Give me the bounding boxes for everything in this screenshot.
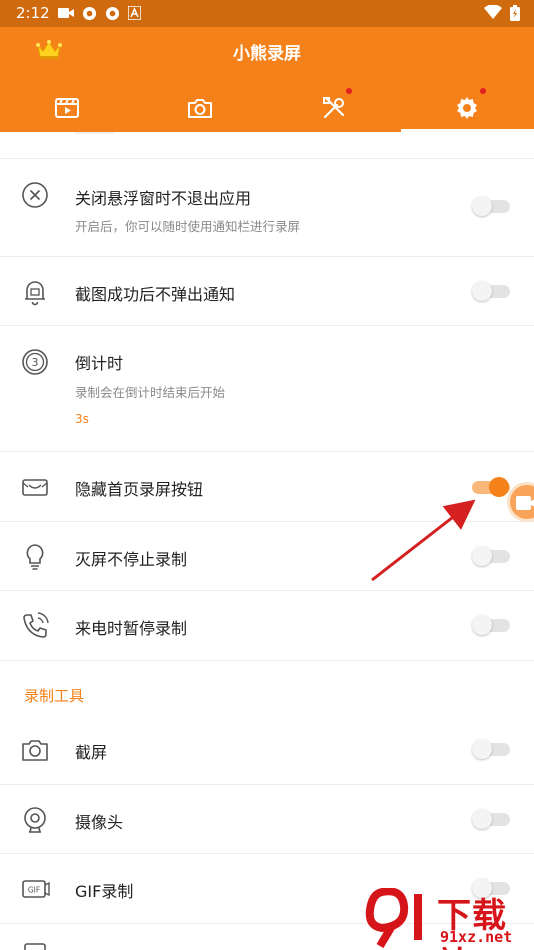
app-header: 小熊录屏	[0, 27, 534, 132]
webcam-icon	[24, 807, 46, 833]
camera-icon	[22, 740, 48, 761]
setting-row-keep-app-alive[interactable]: 关闭悬浮窗时不退出应用 开启后，你可以随时使用通知栏进行录屏	[0, 159, 534, 257]
close-circle-icon	[22, 182, 48, 208]
watermark-logo: 下载站 91xz.net	[362, 884, 534, 950]
setting-label: 截图成功后不弹出通知	[75, 285, 236, 304]
setting-row-countdown[interactable]: 3 倒计时 录制会在倒计时结束后开始 3s	[0, 326, 534, 452]
toggle-switch[interactable]	[472, 546, 512, 566]
tool-row-screenshot[interactable]: 截屏	[0, 715, 534, 785]
video-record-status-icon	[58, 8, 74, 18]
setting-label: 关闭悬浮窗时不退出应用	[75, 189, 252, 208]
tab-settings[interactable]	[400, 83, 534, 132]
setting-description: 开启后，你可以随时使用通知栏进行录屏	[75, 219, 301, 234]
aperture-status-icon-2	[105, 6, 120, 21]
toggle-switch[interactable]	[472, 196, 512, 216]
setting-row-pause-on-call[interactable]: 来电时暂停录制	[0, 591, 534, 661]
setting-row-screen-off[interactable]: 灭屏不停止录制	[0, 522, 534, 591]
svg-text:3: 3	[32, 356, 39, 369]
a-status-icon	[128, 6, 141, 20]
notification-dot	[479, 88, 486, 94]
tool-row-webcam[interactable]: 摄像头	[0, 785, 534, 854]
toggle-switch-on[interactable]	[472, 477, 512, 497]
notification-dot	[346, 88, 352, 94]
gif-icon: GIF	[22, 880, 50, 898]
hide-button-icon	[22, 479, 48, 496]
settings-list[interactable]: 关闭悬浮窗时不退出应用 开启后，你可以随时使用通知栏进行录屏 截图成功后不弹出通…	[0, 132, 534, 950]
toggle-switch[interactable]	[472, 281, 512, 301]
main-tabs	[0, 83, 534, 132]
partial-icon	[24, 943, 46, 950]
status-notification-icons	[58, 6, 141, 21]
toggle-switch[interactable]	[472, 809, 512, 829]
aperture-status-icon	[82, 6, 97, 21]
tab-tools[interactable]	[267, 83, 401, 132]
app-title: 小熊录屏	[233, 44, 301, 64]
watermark-emblem	[365, 888, 422, 948]
setting-description: 录制会在倒计时结束后开始	[75, 385, 226, 400]
tool-label: 摄像头	[75, 813, 124, 832]
toggle-switch[interactable]	[472, 739, 512, 759]
section-title: 录制工具	[24, 687, 85, 705]
setting-label: 倒计时	[75, 354, 124, 373]
tab-camera[interactable]	[134, 83, 268, 132]
setting-value: 3s	[75, 412, 89, 426]
battery-icon	[510, 5, 520, 21]
setting-row-hide-record-button[interactable]: 隐藏首页录屏按钮	[0, 452, 534, 522]
section-header-tools: 录制工具	[0, 660, 534, 710]
tools-icon	[322, 96, 344, 118]
toggle-switch[interactable]	[472, 615, 512, 635]
lightbulb-icon	[26, 544, 44, 570]
status-time: 2:12	[16, 4, 50, 22]
video-clapper-icon	[54, 97, 79, 118]
watermark-url: 91xz.net	[440, 928, 513, 946]
bell-icon	[25, 281, 45, 306]
gear-icon	[457, 96, 478, 119]
tab-video[interactable]	[0, 83, 134, 132]
clipped-setting-row	[0, 132, 534, 159]
setting-label: 隐藏首页录屏按钮	[75, 480, 204, 499]
setting-label: 灭屏不停止录制	[75, 550, 188, 569]
phone-call-icon	[23, 612, 49, 638]
setting-row-screenshot-notice[interactable]: 截图成功后不弹出通知	[0, 257, 534, 326]
svg-text:GIF: GIF	[28, 886, 40, 895]
tool-label: 截屏	[75, 743, 108, 762]
camera-icon	[188, 98, 213, 118]
wifi-icon	[484, 5, 502, 19]
countdown-icon: 3	[22, 349, 48, 375]
setting-label: 来电时暂停录制	[75, 619, 188, 638]
status-bar: 2:12	[0, 0, 534, 27]
status-system-icons	[484, 5, 520, 21]
record-video-icon	[516, 496, 534, 510]
tool-label: GIF录制	[75, 882, 134, 901]
